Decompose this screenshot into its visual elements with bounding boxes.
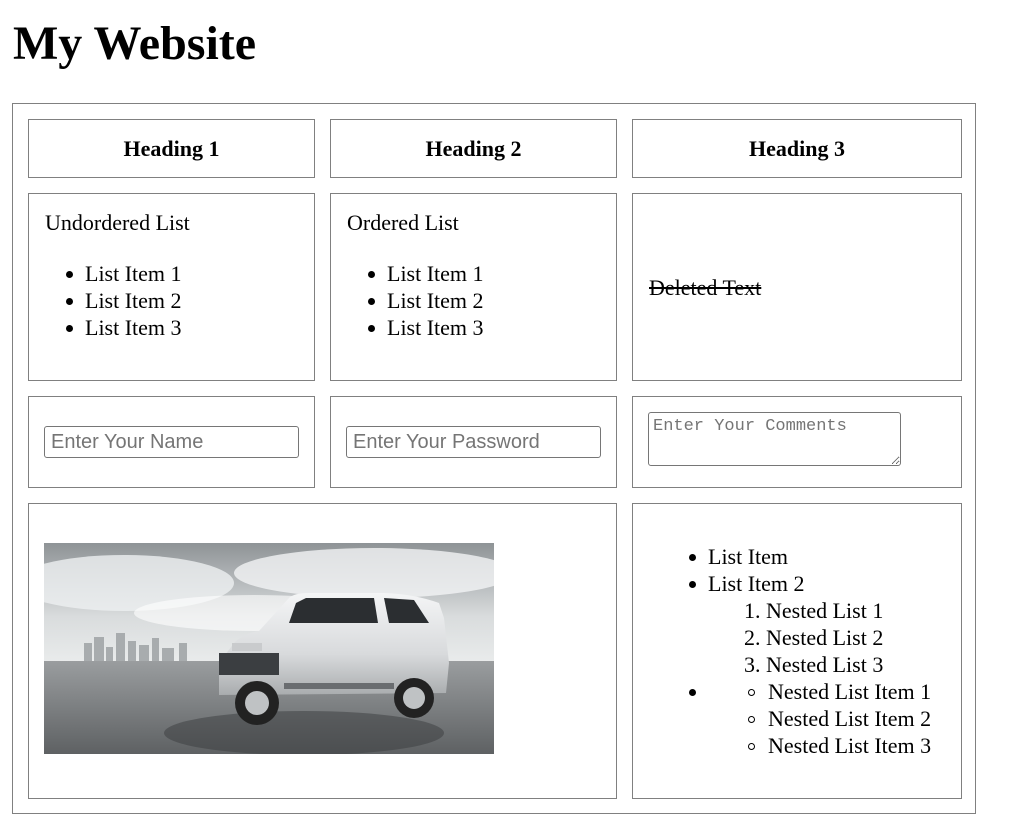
nested-ordered-item: 3. Nested List 3	[744, 652, 884, 677]
heading-3: Heading 3	[632, 119, 962, 178]
list-item: List Item 1	[368, 261, 484, 286]
password-input[interactable]	[346, 426, 601, 458]
list-item: List Item 3	[368, 315, 484, 340]
ordered-list-title: Ordered List	[347, 210, 459, 235]
comments-cell	[632, 396, 962, 488]
ordered-list: List Item 1 List Item 2 List Item 3	[368, 260, 484, 341]
nested-unordered-item: Nested List Item 1	[748, 678, 931, 705]
unordered-list-title: Undordered List	[45, 210, 190, 235]
list-item: List Item 1	[66, 261, 182, 286]
password-cell	[330, 396, 617, 488]
unordered-list-cell: Undordered List List Item 1 List Item 2 …	[28, 193, 315, 381]
list-item: List Item 2	[66, 288, 182, 313]
nested-unordered-item: Nested List Item 2	[748, 705, 931, 732]
circle-bullet-icon	[748, 716, 755, 723]
circle-bullet-icon	[748, 743, 755, 750]
bullet-icon	[689, 554, 696, 561]
list-item: List Item 2	[689, 570, 805, 597]
page-title: My Website	[13, 17, 257, 70]
ordered-list-cell: Ordered List List Item 1 List Item 2 Lis…	[330, 193, 617, 381]
list-item: List Item 2	[368, 288, 484, 313]
bullet-icon	[689, 581, 696, 588]
comments-textarea[interactable]	[648, 412, 901, 466]
name-cell	[28, 396, 315, 488]
heading-2: Heading 2	[330, 119, 617, 178]
heading-1: Heading 1	[28, 119, 315, 178]
nested-ordered-item: 1. Nested List 1	[744, 598, 884, 623]
list-item: List Item	[689, 543, 788, 570]
list-item: List Item 3	[66, 315, 182, 340]
bullet-icon	[689, 689, 696, 696]
nested-list-cell: List Item List Item 2 1. Nested List 1 2…	[632, 503, 962, 799]
deleted-text-cell: Deleted Text	[632, 193, 962, 381]
name-input[interactable]	[44, 426, 299, 458]
nested-unordered-item: Nested List Item 3	[748, 732, 931, 759]
nested-ordered-item: 2. Nested List 2	[744, 625, 884, 650]
image-cell	[28, 503, 617, 799]
car-image	[44, 543, 494, 754]
deleted-text: Deleted Text	[649, 275, 762, 300]
circle-bullet-icon	[748, 689, 755, 696]
unordered-list: List Item 1 List Item 2 List Item 3	[66, 260, 182, 341]
